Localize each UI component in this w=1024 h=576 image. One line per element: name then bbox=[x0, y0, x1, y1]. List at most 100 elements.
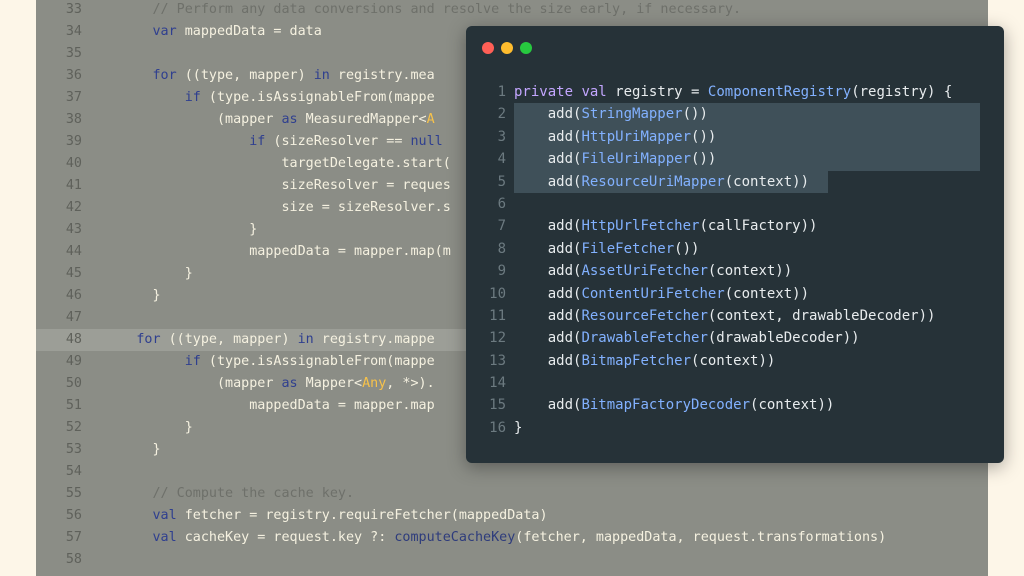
code-line: 1 private val registry = ComponentRegistr… bbox=[466, 81, 1004, 103]
code-token: AssetUriFetcher bbox=[581, 263, 708, 280]
close-window-button[interactable] bbox=[482, 42, 494, 54]
code-token: Any bbox=[362, 375, 387, 391]
code-text: (mapper as Mapper<Any, *>). bbox=[88, 373, 435, 395]
code-token: DrawableFetcher bbox=[581, 330, 708, 347]
code-token: add( bbox=[514, 263, 582, 280]
code-token: FileUriMapper bbox=[581, 151, 692, 168]
code-token: ContentUriFetcher bbox=[581, 285, 725, 302]
code-text: add(DrawableFetcher(drawableDecoder)) bbox=[514, 327, 860, 349]
line-number: 34 bbox=[65, 23, 82, 39]
code-token: add( bbox=[514, 352, 582, 369]
code-text: if (type.isAssignableFrom(mappe bbox=[88, 351, 435, 373]
line-number: 58 bbox=[65, 551, 82, 567]
code-token: FileFetcher bbox=[581, 240, 675, 257]
line-number: 1 bbox=[497, 84, 506, 100]
line-number: 49 bbox=[65, 353, 82, 369]
code-line: 5 add(ResourceUriMapper(context)) bbox=[466, 170, 1004, 193]
code-token: ()) bbox=[691, 128, 717, 145]
line-number: 37 bbox=[65, 89, 82, 105]
code-token: (context)) bbox=[724, 285, 810, 302]
code-token: add( bbox=[514, 218, 582, 235]
code-token: HttpUrlFetcher bbox=[581, 218, 700, 235]
code-text: var mappedData = data bbox=[88, 21, 322, 43]
line-number: 51 bbox=[65, 397, 82, 413]
code-token: BitmapFactoryDecoder bbox=[581, 397, 751, 414]
line-number: 46 bbox=[65, 287, 82, 303]
code-text: add(ResourceUriMapper(context)) bbox=[514, 171, 809, 193]
code-token: mappedData = mapper.map(m bbox=[88, 243, 451, 259]
code-token: StringMapper bbox=[581, 106, 683, 123]
code-token: } bbox=[88, 287, 161, 303]
code-text: sizeResolver = reques bbox=[88, 175, 450, 197]
code-line: 3 add(HttpUriMapper()) bbox=[466, 125, 1004, 149]
code-text: add(FileFetcher()) bbox=[514, 238, 700, 260]
code-token: // Perform any data conversions and reso… bbox=[152, 1, 742, 17]
line-number: 36 bbox=[65, 67, 82, 83]
code-text: } bbox=[88, 285, 161, 307]
code-listing[interactable]: 1 private val registry = ComponentRegistr… bbox=[466, 81, 1004, 439]
code-token: targetDelegate.start( bbox=[88, 155, 451, 171]
code-text: private val registry = ComponentRegistry… bbox=[514, 81, 952, 103]
code-token: for bbox=[136, 331, 161, 347]
code-token: add( bbox=[514, 307, 582, 324]
code-line: 7 add(HttpUrlFetcher(callFactory)) bbox=[466, 215, 1004, 237]
code-text: add(BitmapFactoryDecoder(context)) bbox=[514, 394, 835, 416]
line-number: 11 bbox=[489, 307, 506, 324]
line-number: 40 bbox=[65, 155, 82, 171]
code-token: add( bbox=[514, 106, 582, 123]
line-number: 4 bbox=[497, 151, 506, 168]
line-number: 15 bbox=[489, 397, 506, 414]
line-number: 16 bbox=[489, 419, 506, 436]
line-number: 33 bbox=[65, 1, 82, 17]
code-token: (context, drawableDecoder)) bbox=[707, 307, 936, 324]
code-token: } bbox=[88, 419, 193, 435]
code-token: ((type, mapper) bbox=[160, 331, 298, 347]
line-number: 47 bbox=[65, 309, 82, 325]
code-text: } bbox=[88, 219, 257, 241]
code-text: add(ResourceFetcher(context, drawableDec… bbox=[514, 305, 936, 327]
code-text: val fetcher = registry.requireFetcher(ma… bbox=[88, 505, 548, 527]
line-number: 2 bbox=[497, 106, 506, 123]
code-token: registry.mappe bbox=[313, 331, 435, 347]
code-token: ComponentRegistry bbox=[707, 84, 852, 100]
line-number: 5 bbox=[497, 173, 506, 190]
code-token: add( bbox=[514, 173, 582, 190]
code-line: 6 bbox=[466, 193, 1004, 215]
code-token: val bbox=[152, 529, 177, 545]
code-text: add(HttpUriMapper()) bbox=[514, 126, 717, 148]
code-token: for bbox=[152, 67, 177, 83]
code-line: 11 add(ResourceFetcher(context, drawable… bbox=[466, 305, 1004, 327]
code-text: for ((type, mapper) in registry.mappe bbox=[88, 329, 435, 351]
line-number: 42 bbox=[65, 199, 82, 215]
line-number: 54 bbox=[65, 463, 82, 479]
code-line: 58 bbox=[36, 549, 988, 571]
code-token: (context)) bbox=[707, 263, 793, 280]
code-text: add(FileUriMapper()) bbox=[514, 148, 717, 170]
code-line: 14 bbox=[466, 372, 1004, 394]
code-token: add( bbox=[514, 240, 582, 257]
code-line: 8 add(FileFetcher()) bbox=[466, 238, 1004, 260]
line-number: 53 bbox=[65, 441, 82, 457]
line-number: 8 bbox=[497, 240, 506, 257]
code-token: (mapper bbox=[88, 111, 282, 127]
code-token: (type.isAssignableFrom(mappe bbox=[200, 353, 435, 369]
code-text: for ((type, mapper) in registry.mea bbox=[88, 65, 435, 87]
maximize-window-button[interactable] bbox=[520, 42, 532, 54]
code-line: 9 add(AssetUriFetcher(context)) bbox=[466, 260, 1004, 282]
line-number: 10 bbox=[489, 285, 506, 302]
code-token: (fetcher, mappedData, request.transforma… bbox=[515, 529, 887, 545]
code-line: 15 add(BitmapFactoryDecoder(context)) bbox=[466, 394, 1004, 416]
line-number: 12 bbox=[489, 330, 506, 347]
line-number: 52 bbox=[65, 419, 82, 435]
code-token: in bbox=[297, 331, 314, 347]
code-token: ResourceUriMapper bbox=[581, 173, 725, 190]
code-token: ((type, mapper) bbox=[176, 67, 314, 83]
code-line: 16} bbox=[466, 417, 1004, 439]
code-line: 12 add(DrawableFetcher(drawableDecoder)) bbox=[466, 327, 1004, 349]
minimize-window-button[interactable] bbox=[501, 42, 513, 54]
